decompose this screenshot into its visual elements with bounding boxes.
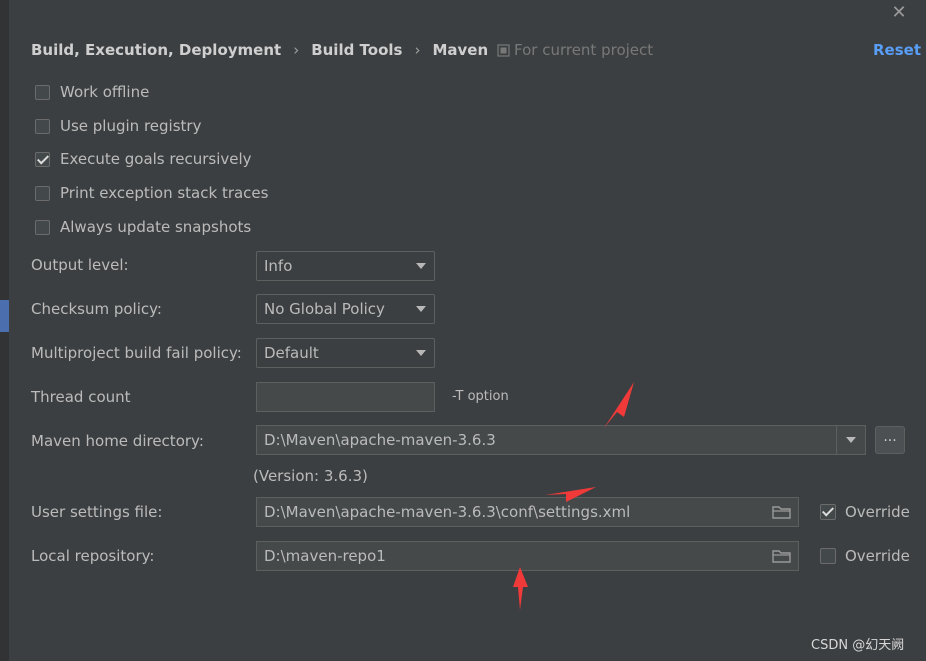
multiproject-fail-policy-select[interactable]: Default [256,338,435,368]
maven-home-value: D:\Maven\apache-maven-3.6.3 [264,431,496,449]
override-label: Override [845,547,910,565]
override-label: Override [845,503,910,521]
folder-icon[interactable] [772,548,792,564]
scope-indicator: For current project [497,39,653,61]
thread-count-hint: -T option [452,389,509,404]
print-exception-stack-traces-checkbox[interactable]: Print exception stack traces [35,182,268,204]
checkbox-box-checked[interactable] [820,504,836,520]
user-settings-label: User settings file: [31,503,163,521]
checkbox-box[interactable] [820,548,836,564]
output-level-select[interactable]: Info [256,251,435,281]
user-settings-input[interactable]: D:\Maven\apache-maven-3.6.3\conf\setting… [256,497,799,527]
checkbox-box-checked[interactable] [35,151,50,167]
checkbox-box[interactable] [35,84,50,100]
scope-label: For current project [514,41,654,59]
folder-icon[interactable] [772,504,792,520]
multiproject-fail-policy-value: Default [264,344,319,362]
maven-home-browse-button[interactable]: ... [875,426,905,454]
breadcrumb: Build, Execution, Deployment › Build Too… [31,39,488,61]
execute-goals-recursively-checkbox[interactable]: Execute goals recursively [35,148,252,170]
checkbox-label: Print exception stack traces [60,184,269,202]
local-repository-value: D:\maven-repo1 [264,547,386,565]
user-settings-override-checkbox[interactable]: Override [820,501,910,523]
work-offline-checkbox[interactable]: Work offline [35,81,149,103]
watermark: CSDN @幻天阙 [811,638,905,653]
multiproject-fail-policy-label: Multiproject build fail policy: [31,344,242,362]
thread-count-label: Thread count [31,388,131,406]
reset-link[interactable]: Reset [873,39,921,61]
maven-home-label: Maven home directory: [31,432,204,450]
close-icon[interactable]: ✕ [888,2,910,24]
output-level-value: Info [264,257,293,275]
checkbox-label: Work offline [60,83,150,101]
annotation-arrow-maven-home [604,382,634,428]
selected-tree-item-marker [0,300,9,332]
output-level-label: Output level: [31,256,129,274]
breadcrumb-item: Build Tools [311,41,403,59]
chevron-down-icon [416,350,426,356]
checkbox-box[interactable] [35,219,50,235]
maven-home-combo[interactable]: D:\Maven\apache-maven-3.6.3 [256,425,866,455]
checkbox-label: Always update snapshots [60,218,252,236]
maven-version-label: (Version: 3.6.3) [253,467,368,485]
settings-tree-strip [0,0,9,661]
breadcrumb-item: Maven [432,41,489,59]
use-plugin-registry-checkbox[interactable]: Use plugin registry [35,115,201,137]
checkbox-box[interactable] [35,185,50,201]
user-settings-value: D:\Maven\apache-maven-3.6.3\conf\setting… [264,503,631,521]
checkbox-label: Execute goals recursively [60,150,252,168]
checksum-policy-label: Checksum policy: [31,300,162,318]
breadcrumb-item: Build, Execution, Deployment [31,41,282,59]
local-repository-override-checkbox[interactable]: Override [820,545,910,567]
thread-count-input[interactable] [256,382,435,412]
local-repository-label: Local repository: [31,547,155,565]
checkbox-box[interactable] [35,118,50,134]
maven-home-dropdown-button[interactable] [836,426,865,454]
breadcrumb-separator: › [414,41,421,59]
chevron-down-icon [416,306,426,312]
annotation-arrow-local-repo [513,567,528,610]
local-repository-input[interactable]: D:\maven-repo1 [256,541,799,571]
breadcrumb-separator: › [293,41,300,59]
project-scope-icon [497,43,510,57]
checkbox-label: Use plugin registry [60,117,202,135]
chevron-down-icon [846,437,856,443]
checksum-policy-value: No Global Policy [264,300,385,318]
always-update-snapshots-checkbox[interactable]: Always update snapshots [35,216,251,238]
checksum-policy-select[interactable]: No Global Policy [256,294,435,324]
chevron-down-icon [416,263,426,269]
